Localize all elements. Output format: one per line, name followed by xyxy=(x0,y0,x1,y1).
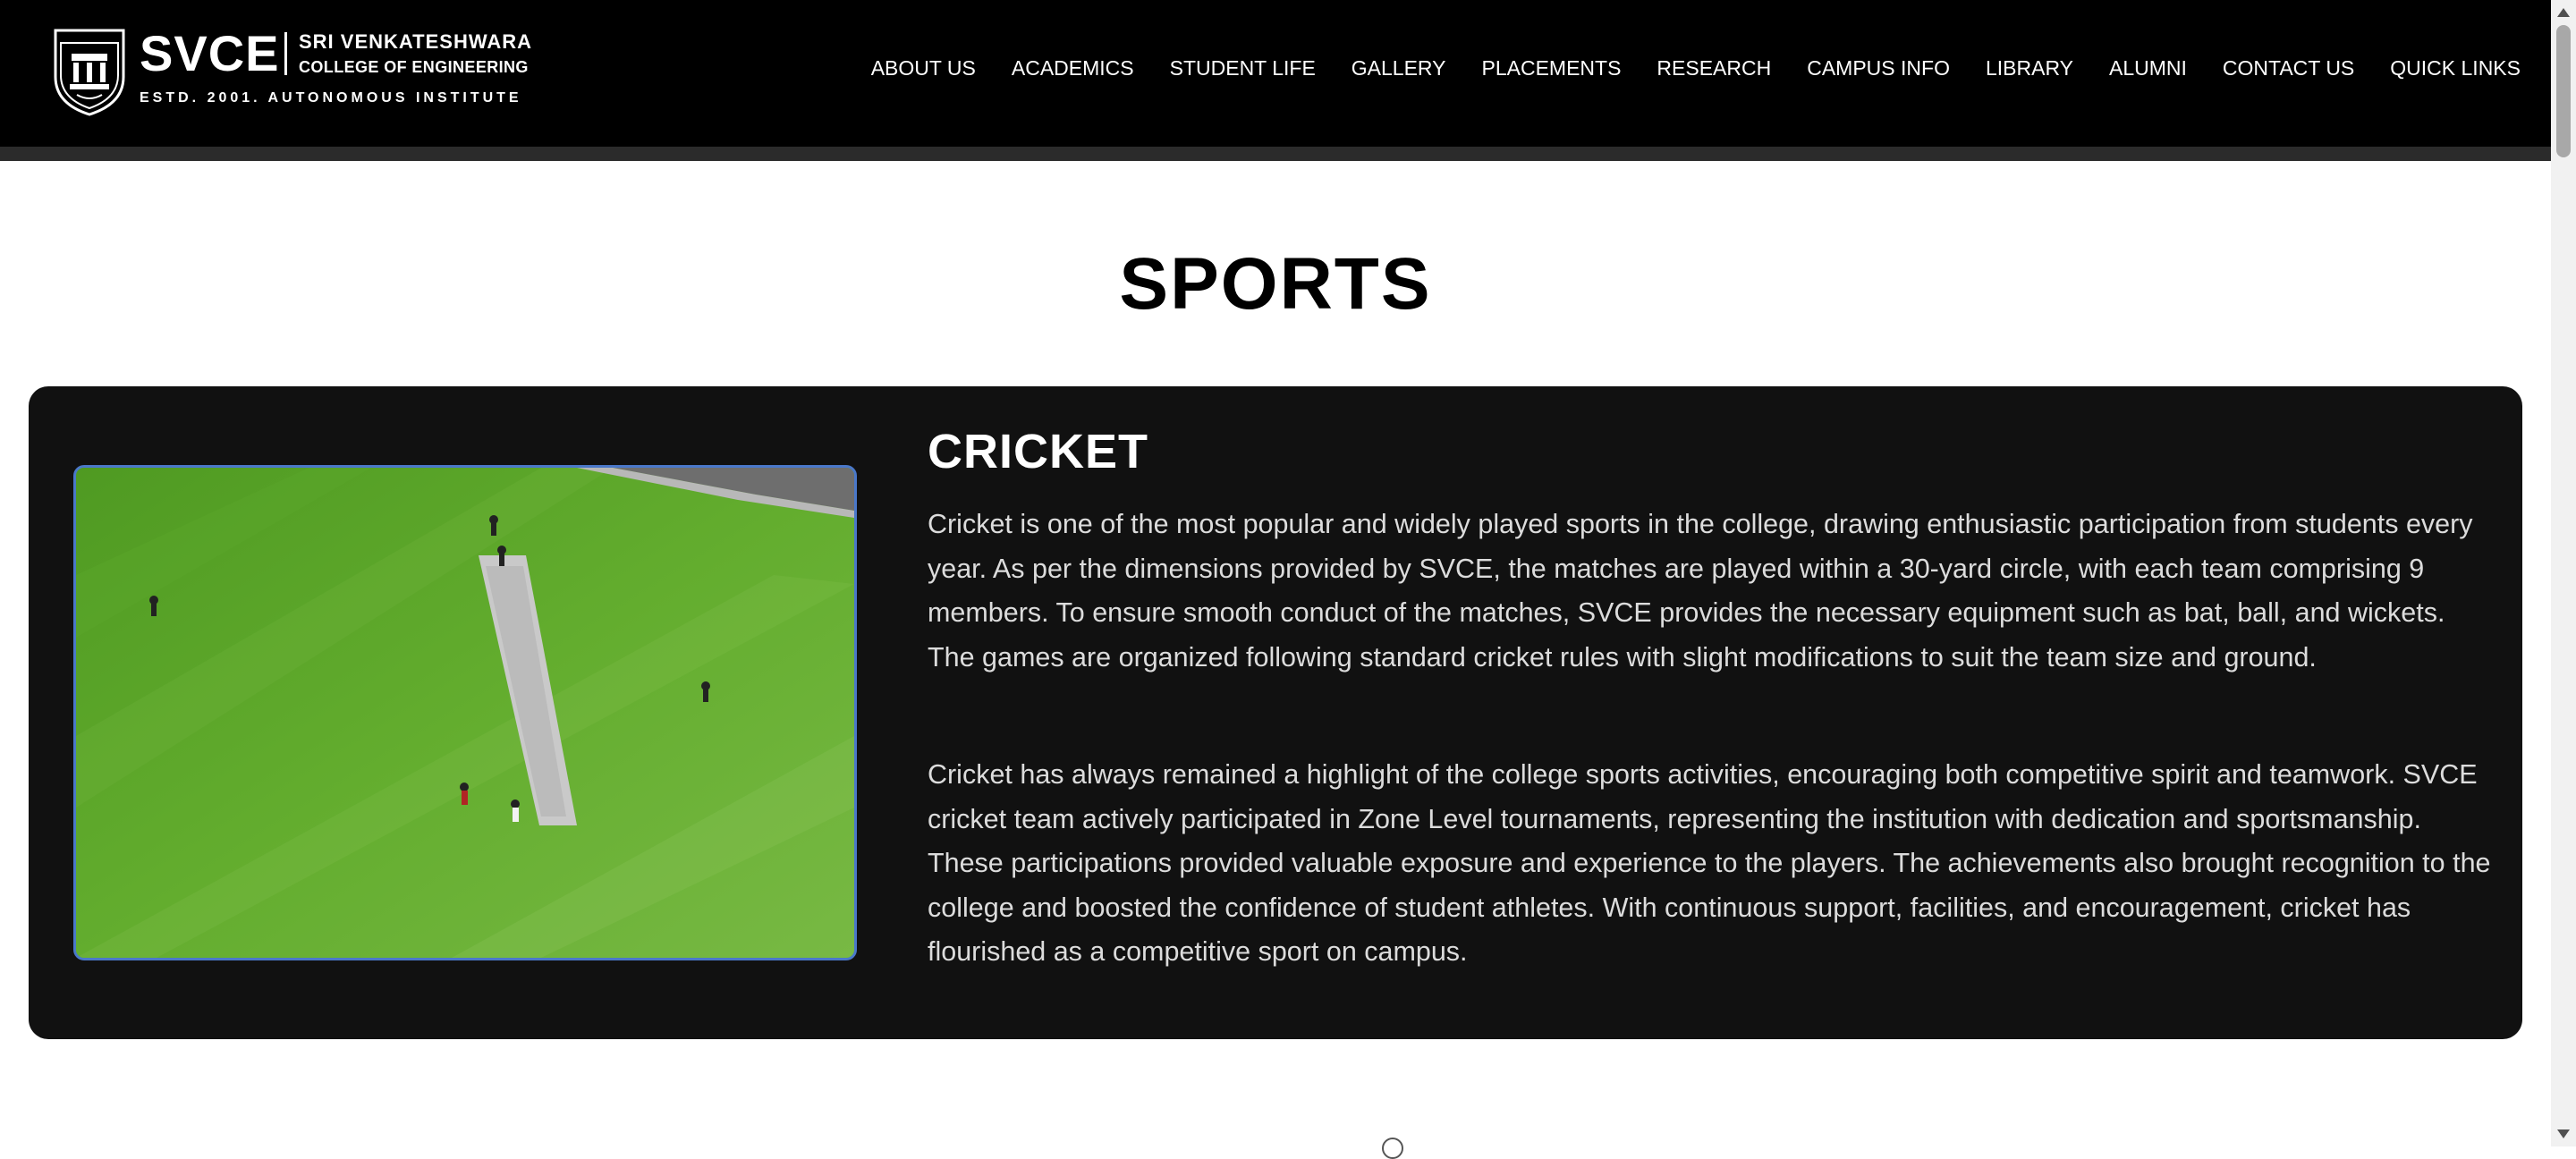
page-scrollbar[interactable] xyxy=(2551,0,2576,1146)
sport-card: CRICKET Cricket is one of the most popul… xyxy=(29,386,2522,1039)
scroll-down-arrow-icon[interactable] xyxy=(2551,1121,2576,1146)
sport-description-2: Cricket has always remained a highlight … xyxy=(928,759,2491,967)
nav-student-life[interactable]: STUDENT LIFE xyxy=(1152,52,1334,84)
sport-title: CRICKET xyxy=(928,425,1148,478)
cricket-ground-photo xyxy=(73,465,857,960)
brand-tagline: ESTD. 2001. AUTONOMOUS INSTITUTE xyxy=(140,90,522,106)
nav-campus-info[interactable]: CAMPUS INFO xyxy=(1789,52,1968,84)
brand-name: SVCE xyxy=(140,25,280,81)
page-title: SPORTS xyxy=(1119,243,1432,325)
brand-line-1: SRI VENKATESHWARA xyxy=(299,30,533,53)
nav-alumni[interactable]: ALUMNI xyxy=(2091,52,2205,84)
brand-divider xyxy=(284,32,287,75)
nav-academics[interactable]: ACADEMICS xyxy=(994,52,1152,84)
college-logo[interactable]: SVCE SRI VENKATESHWARA COLLEGE OF ENGINE… xyxy=(50,23,533,116)
site-header: SVCE SRI VENKATESHWARA COLLEGE OF ENGINE… xyxy=(0,0,2551,147)
nav-placements[interactable]: PLACEMENTS xyxy=(1463,52,1639,84)
next-section-indicator xyxy=(1382,1138,1403,1159)
cricket-ground-image xyxy=(76,468,854,958)
brand-line-2: COLLEGE OF ENGINEERING xyxy=(299,58,529,76)
nav-about-us[interactable]: ABOUT US xyxy=(853,52,994,84)
nav-research[interactable]: RESEARCH xyxy=(1639,52,1789,84)
main-nav: ABOUT US ACADEMICS STUDENT LIFE GALLERY … xyxy=(853,52,2521,84)
nav-quick-links[interactable]: QUICK LINKS xyxy=(2372,52,2521,84)
nav-gallery[interactable]: GALLERY xyxy=(1334,52,1464,84)
college-crest-icon xyxy=(54,29,125,116)
scrollbar-thumb[interactable] xyxy=(2556,25,2571,157)
nav-library[interactable]: LIBRARY xyxy=(1968,52,2091,84)
scroll-up-arrow-icon[interactable] xyxy=(2551,0,2576,25)
nav-contact-us[interactable]: CONTACT US xyxy=(2205,52,2372,84)
sport-description-1: Cricket is one of the most popular and w… xyxy=(928,509,2473,673)
header-divider xyxy=(0,147,2551,161)
